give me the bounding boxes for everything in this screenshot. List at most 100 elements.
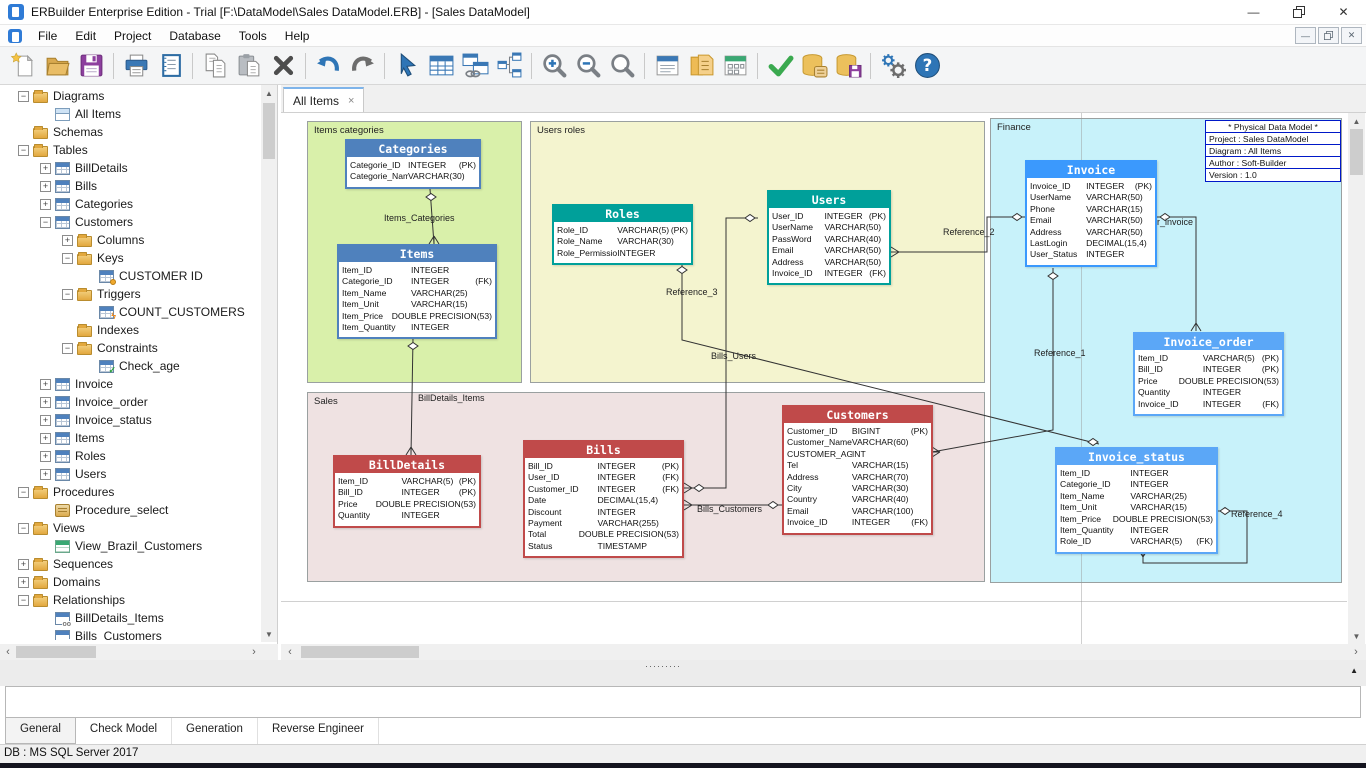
entity-invoice_order[interactable]: Invoice_orderItem_IDVARCHAR(5)(PK)Bill_I… — [1133, 332, 1284, 416]
tree-item-billdetails[interactable]: +BillDetails — [0, 159, 260, 177]
redo-button[interactable] — [345, 50, 379, 82]
menu-help[interactable]: Help — [276, 26, 319, 46]
expand-icon[interactable]: + — [40, 379, 51, 390]
open-folder-button[interactable] — [40, 50, 74, 82]
tab-close-icon[interactable]: × — [348, 95, 354, 107]
tree-item-bills[interactable]: +Bills — [0, 177, 260, 195]
collapse-icon[interactable]: − — [18, 595, 29, 606]
canvas-scroll-left-icon[interactable]: ‹ — [284, 646, 296, 658]
canvas-scroll-up-icon[interactable]: ▲ — [1348, 115, 1365, 127]
tree-item-triggers[interactable]: −Triggers — [0, 285, 260, 303]
expand-icon[interactable]: + — [18, 559, 29, 570]
splitter-grip[interactable]: ········· — [645, 661, 681, 671]
output-tab-reverse-engineer[interactable]: Reverse Engineer — [258, 718, 379, 744]
tree-item-sequences[interactable]: +Sequences — [0, 555, 260, 573]
tree-item-views[interactable]: −Views — [0, 519, 260, 537]
collapse-icon[interactable]: − — [18, 145, 29, 156]
collapse-icon[interactable]: − — [62, 343, 73, 354]
tree-item-indexes[interactable]: Indexes — [0, 321, 260, 339]
minimize-button[interactable]: — — [1231, 0, 1276, 25]
panel-view-button[interactable] — [650, 50, 684, 82]
canvas-vertical-scrollbar[interactable]: ▲ ▼ — [1348, 113, 1365, 644]
canvas-vscroll-thumb[interactable] — [1350, 129, 1363, 175]
expand-icon[interactable]: + — [62, 235, 73, 246]
zoom-out-button[interactable] — [571, 50, 605, 82]
tree-item-customers[interactable]: −Customers — [0, 213, 260, 231]
entity-customers[interactable]: CustomersCustomer_IDBIGINT(PK)Customer_N… — [782, 405, 933, 535]
tree-item-constraints[interactable]: −Constraints — [0, 339, 260, 357]
tree-item-columns[interactable]: +Columns — [0, 231, 260, 249]
entity-users[interactable]: UsersUser_IDINTEGER(PK)UserNameVARCHAR(5… — [767, 190, 891, 285]
auto-layout-button[interactable] — [492, 50, 526, 82]
output-tab-generation[interactable]: Generation — [172, 718, 258, 744]
new-file-button[interactable] — [6, 50, 40, 82]
doc-report-button[interactable] — [684, 50, 718, 82]
tree-item-invoice[interactable]: +Invoice — [0, 375, 260, 393]
tree-item-tables[interactable]: −Tables — [0, 141, 260, 159]
menu-database[interactable]: Database — [160, 26, 229, 46]
copy-button[interactable] — [198, 50, 232, 82]
tree-scroll-right-icon[interactable]: › — [248, 646, 260, 658]
restore-button[interactable] — [1276, 0, 1321, 25]
canvas-hscroll-thumb[interactable] — [301, 646, 419, 658]
tree-item-items[interactable]: +Items — [0, 429, 260, 447]
db-save-button[interactable] — [831, 50, 865, 82]
tree-item-view-brazil-customers[interactable]: View_Brazil_Customers — [0, 537, 260, 555]
tree-item-roles[interactable]: +Roles — [0, 447, 260, 465]
mdi-close-button[interactable]: ✕ — [1341, 27, 1362, 44]
tree-scroll-down-icon[interactable]: ▼ — [261, 628, 277, 640]
close-button[interactable]: ✕ — [1321, 0, 1366, 25]
tree-item-relationships[interactable]: −Relationships — [0, 591, 260, 609]
check-model-button[interactable] — [763, 50, 797, 82]
tree-item-count-customers[interactable]: ϟCOUNT_CUSTOMERS — [0, 303, 260, 321]
collapse-icon[interactable]: − — [18, 91, 29, 102]
tree-item-invoice-order[interactable]: +Invoice_order — [0, 393, 260, 411]
entity-roles[interactable]: RolesRole_IDVARCHAR(5)(PK)Role_NameVARCH… — [552, 204, 693, 265]
tree-vscroll-thumb[interactable] — [263, 103, 275, 159]
tree-item-all-items[interactable]: All Items — [0, 105, 260, 123]
expand-icon[interactable]: + — [40, 163, 51, 174]
help-button[interactable]: ? — [910, 50, 944, 82]
tree-item-categories[interactable]: +Categories — [0, 195, 260, 213]
report-button[interactable] — [153, 50, 187, 82]
tree-item-diagrams[interactable]: −Diagrams — [0, 87, 260, 105]
entity-items[interactable]: ItemsItem_IDINTEGERCategorie_IDINTEGER(F… — [337, 244, 497, 339]
entity-billdetails[interactable]: BillDetailsItem_IDVARCHAR(5)(PK)Bill_IDI… — [333, 455, 481, 528]
output-tab-check-model[interactable]: Check Model — [76, 718, 172, 744]
tree-horizontal-scrollbar[interactable]: ‹ › — [0, 644, 278, 660]
canvas-horizontal-scrollbar[interactable]: ‹ › — [281, 644, 1366, 660]
pointer-button[interactable] — [390, 50, 424, 82]
collapse-icon[interactable]: − — [18, 523, 29, 534]
collapse-icon[interactable]: − — [62, 253, 73, 264]
zoom-button[interactable] — [605, 50, 639, 82]
expand-icon[interactable]: + — [40, 451, 51, 462]
tab-all-items[interactable]: All Items × — [283, 87, 364, 112]
entity-categories[interactable]: CategoriesCategorie_IDINTEGER(PK)Categor… — [345, 139, 481, 189]
menu-edit[interactable]: Edit — [66, 26, 105, 46]
collapse-icon[interactable]: − — [40, 217, 51, 228]
tree-scroll-up-icon[interactable]: ▲ — [261, 87, 277, 99]
collapse-icon[interactable]: − — [62, 289, 73, 300]
tree-item-check-age[interactable]: ✓Check_age — [0, 357, 260, 375]
delete-button[interactable] — [266, 50, 300, 82]
panel-expand-icon[interactable]: ▲ — [1350, 666, 1358, 675]
tree-item-invoice-status[interactable]: +Invoice_status — [0, 411, 260, 429]
mdi-minimize-button[interactable]: — — [1295, 27, 1316, 44]
zoom-in-button[interactable] — [537, 50, 571, 82]
tree-item-procedures[interactable]: −Procedures — [0, 483, 260, 501]
grid-view-button[interactable] — [718, 50, 752, 82]
tree-item-bills-customers[interactable]: Bills_Customers — [0, 627, 260, 640]
expand-icon[interactable]: + — [40, 415, 51, 426]
entity-invoice_status[interactable]: Invoice_statusItem_IDINTEGERCategorie_ID… — [1055, 447, 1218, 554]
tree-item-procedure-select[interactable]: Procedure_select — [0, 501, 260, 519]
expand-icon[interactable]: + — [40, 469, 51, 480]
expand-icon[interactable]: + — [18, 577, 29, 588]
settings-button[interactable] — [876, 50, 910, 82]
model-info-box[interactable]: * Physical Data Model *Project : Sales D… — [1205, 120, 1341, 182]
menu-file[interactable]: File — [29, 26, 66, 46]
expand-icon[interactable]: + — [40, 397, 51, 408]
tree-item-billdetails-items[interactable]: BillDetails_Items — [0, 609, 260, 627]
print-button[interactable] — [119, 50, 153, 82]
mdi-restore-button[interactable] — [1318, 27, 1339, 44]
tree-item-users[interactable]: +Users — [0, 465, 260, 483]
